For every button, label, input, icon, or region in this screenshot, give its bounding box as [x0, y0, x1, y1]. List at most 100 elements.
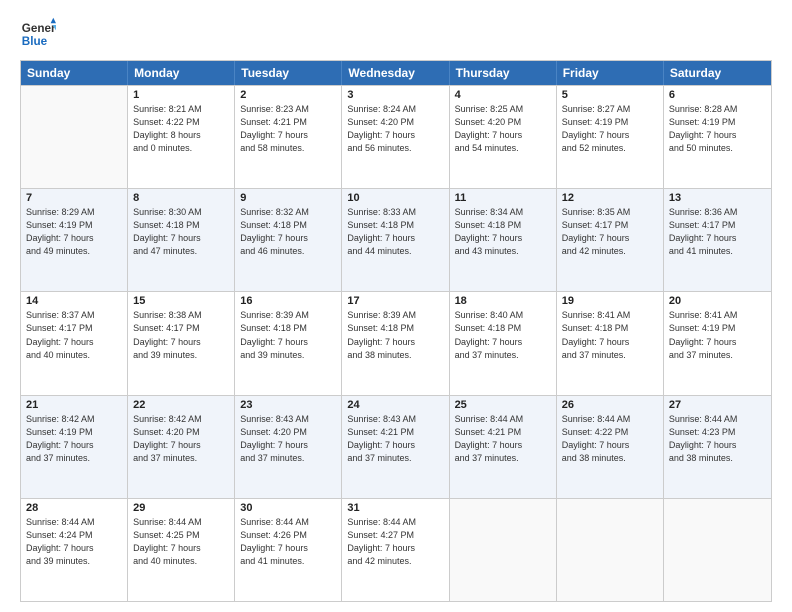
day-cell-21: 21 Sunrise: 8:42 AM Sunset: 4:19 PM Dayli… [21, 396, 128, 498]
day-cell-20: 20Sunrise: 8:41 AM Sunset: 4:19 PM Dayli… [664, 292, 771, 394]
calendar: SundayMondayTuesdayWednesdayThursdayFrid… [20, 60, 772, 602]
empty-cell [664, 499, 771, 601]
day-cell-19: 19Sunrise: 8:41 AM Sunset: 4:18 PM Dayli… [557, 292, 664, 394]
day-info: Sunrise: 8:42 AM Sunset: 4:19 PM Dayligh… [26, 413, 122, 465]
day-number: 5 [562, 89, 658, 101]
day-info: Sunrise: 8:39 AM Sunset: 4:18 PM Dayligh… [240, 309, 336, 361]
day-number: 3 [347, 89, 443, 101]
day-number: 6 [669, 89, 766, 101]
empty-cell [557, 499, 664, 601]
day-number: 9 [240, 192, 336, 204]
empty-cell [450, 499, 557, 601]
day-number: 13 [669, 192, 766, 204]
day-number: 20 [669, 295, 766, 307]
day-cell-16: 16 Sunrise: 8:39 AM Sunset: 4:18 PM Dayli… [235, 292, 342, 394]
day-cell-9: 9 Sunrise: 8:32 AM Sunset: 4:18 PM Daylig… [235, 189, 342, 291]
header-day-tuesday: Tuesday [235, 61, 342, 85]
day-number: 21 [26, 399, 122, 411]
day-number: 22 [133, 399, 229, 411]
day-info: Sunrise: 8:44 AM Sunset: 4:24 PM Dayligh… [26, 516, 122, 568]
day-number: 12 [562, 192, 658, 204]
day-info: Sunrise: 8:42 AM Sunset: 4:20 PM Dayligh… [133, 413, 229, 465]
calendar-week-1: 1 Sunrise: 8:21 AM Sunset: 4:22 PM Daylig… [21, 85, 771, 188]
day-number: 14 [26, 295, 122, 307]
header-day-saturday: Saturday [664, 61, 771, 85]
day-number: 31 [347, 502, 443, 514]
svg-text:Blue: Blue [22, 35, 48, 48]
day-number: 8 [133, 192, 229, 204]
day-cell-24: 24Sunrise: 8:43 AM Sunset: 4:21 PM Dayli… [342, 396, 449, 498]
day-number: 11 [455, 192, 551, 204]
day-cell-13: 13 Sunrise: 8:36 AM Sunset: 4:17 PM Dayli… [664, 189, 771, 291]
day-cell-26: 26 Sunrise: 8:44 AM Sunset: 4:22 PM Dayli… [557, 396, 664, 498]
day-cell-29: 29 Sunrise: 8:44 AM Sunset: 4:25 PM Dayli… [128, 499, 235, 601]
day-info: Sunrise: 8:33 AM Sunset: 4:18 PM Dayligh… [347, 206, 443, 258]
day-info: Sunrise: 8:39 AM Sunset: 4:18 PM Dayligh… [347, 309, 443, 361]
header-day-thursday: Thursday [450, 61, 557, 85]
empty-cell [21, 86, 128, 188]
day-cell-25: 25 Sunrise: 8:44 AM Sunset: 4:21 PM Dayli… [450, 396, 557, 498]
header-day-sunday: Sunday [21, 61, 128, 85]
day-cell-28: 28 Sunrise: 8:44 AM Sunset: 4:24 PM Dayli… [21, 499, 128, 601]
day-cell-23: 23Sunrise: 8:43 AM Sunset: 4:20 PM Dayli… [235, 396, 342, 498]
day-cell-22: 22 Sunrise: 8:42 AM Sunset: 4:20 PM Dayli… [128, 396, 235, 498]
day-number: 15 [133, 295, 229, 307]
day-cell-12: 12 Sunrise: 8:35 AM Sunset: 4:17 PM Dayli… [557, 189, 664, 291]
calendar-week-3: 14 Sunrise: 8:37 AM Sunset: 4:17 PM Dayli… [21, 291, 771, 394]
day-cell-17: 17 Sunrise: 8:39 AM Sunset: 4:18 PM Dayli… [342, 292, 449, 394]
header-day-friday: Friday [557, 61, 664, 85]
calendar-header-row: SundayMondayTuesdayWednesdayThursdayFrid… [21, 61, 771, 85]
day-cell-18: 18Sunrise: 8:40 AM Sunset: 4:18 PM Dayli… [450, 292, 557, 394]
day-number: 28 [26, 502, 122, 514]
day-number: 25 [455, 399, 551, 411]
day-info: Sunrise: 8:44 AM Sunset: 4:22 PM Dayligh… [562, 413, 658, 465]
day-info: Sunrise: 8:35 AM Sunset: 4:17 PM Dayligh… [562, 206, 658, 258]
day-info: Sunrise: 8:44 AM Sunset: 4:27 PM Dayligh… [347, 516, 443, 568]
day-number: 16 [240, 295, 336, 307]
day-number: 1 [133, 89, 229, 101]
day-info: Sunrise: 8:28 AM Sunset: 4:19 PM Dayligh… [669, 103, 766, 155]
page: General Blue SundayMondayTuesdayWednesda… [0, 0, 792, 612]
day-info: Sunrise: 8:38 AM Sunset: 4:17 PM Dayligh… [133, 309, 229, 361]
day-info: Sunrise: 8:30 AM Sunset: 4:18 PM Dayligh… [133, 206, 229, 258]
calendar-week-2: 7Sunrise: 8:29 AM Sunset: 4:19 PM Daylig… [21, 188, 771, 291]
day-info: Sunrise: 8:44 AM Sunset: 4:21 PM Dayligh… [455, 413, 551, 465]
day-number: 18 [455, 295, 551, 307]
day-number: 17 [347, 295, 443, 307]
day-cell-15: 15 Sunrise: 8:38 AM Sunset: 4:17 PM Dayli… [128, 292, 235, 394]
day-info: Sunrise: 8:24 AM Sunset: 4:20 PM Dayligh… [347, 103, 443, 155]
day-cell-27: 27Sunrise: 8:44 AM Sunset: 4:23 PM Dayli… [664, 396, 771, 498]
logo: General Blue [20, 16, 56, 52]
day-info: Sunrise: 8:37 AM Sunset: 4:17 PM Dayligh… [26, 309, 122, 361]
day-number: 29 [133, 502, 229, 514]
day-number: 2 [240, 89, 336, 101]
day-info: Sunrise: 8:44 AM Sunset: 4:23 PM Dayligh… [669, 413, 766, 465]
day-info: Sunrise: 8:34 AM Sunset: 4:18 PM Dayligh… [455, 206, 551, 258]
generalblue-logo-icon: General Blue [20, 16, 56, 52]
day-info: Sunrise: 8:32 AM Sunset: 4:18 PM Dayligh… [240, 206, 336, 258]
header: General Blue [20, 16, 772, 52]
day-cell-31: 31 Sunrise: 8:44 AM Sunset: 4:27 PM Dayli… [342, 499, 449, 601]
day-number: 26 [562, 399, 658, 411]
day-info: Sunrise: 8:43 AM Sunset: 4:20 PM Dayligh… [240, 413, 336, 465]
day-info: Sunrise: 8:21 AM Sunset: 4:22 PM Dayligh… [133, 103, 229, 155]
day-info: Sunrise: 8:27 AM Sunset: 4:19 PM Dayligh… [562, 103, 658, 155]
day-number: 10 [347, 192, 443, 204]
day-info: Sunrise: 8:44 AM Sunset: 4:25 PM Dayligh… [133, 516, 229, 568]
day-info: Sunrise: 8:41 AM Sunset: 4:18 PM Dayligh… [562, 309, 658, 361]
day-cell-7: 7Sunrise: 8:29 AM Sunset: 4:19 PM Daylig… [21, 189, 128, 291]
day-cell-4: 4Sunrise: 8:25 AM Sunset: 4:20 PM Daylig… [450, 86, 557, 188]
day-number: 24 [347, 399, 443, 411]
day-cell-30: 30Sunrise: 8:44 AM Sunset: 4:26 PM Dayli… [235, 499, 342, 601]
header-day-monday: Monday [128, 61, 235, 85]
day-info: Sunrise: 8:23 AM Sunset: 4:21 PM Dayligh… [240, 103, 336, 155]
day-info: Sunrise: 8:36 AM Sunset: 4:17 PM Dayligh… [669, 206, 766, 258]
header-day-wednesday: Wednesday [342, 61, 449, 85]
calendar-week-5: 28 Sunrise: 8:44 AM Sunset: 4:24 PM Dayli… [21, 498, 771, 601]
day-cell-6: 6 Sunrise: 8:28 AM Sunset: 4:19 PM Daylig… [664, 86, 771, 188]
day-number: 4 [455, 89, 551, 101]
calendar-week-4: 21 Sunrise: 8:42 AM Sunset: 4:19 PM Dayli… [21, 395, 771, 498]
calendar-body: 1 Sunrise: 8:21 AM Sunset: 4:22 PM Daylig… [21, 85, 771, 601]
day-cell-10: 10 Sunrise: 8:33 AM Sunset: 4:18 PM Dayli… [342, 189, 449, 291]
day-info: Sunrise: 8:29 AM Sunset: 4:19 PM Dayligh… [26, 206, 122, 258]
